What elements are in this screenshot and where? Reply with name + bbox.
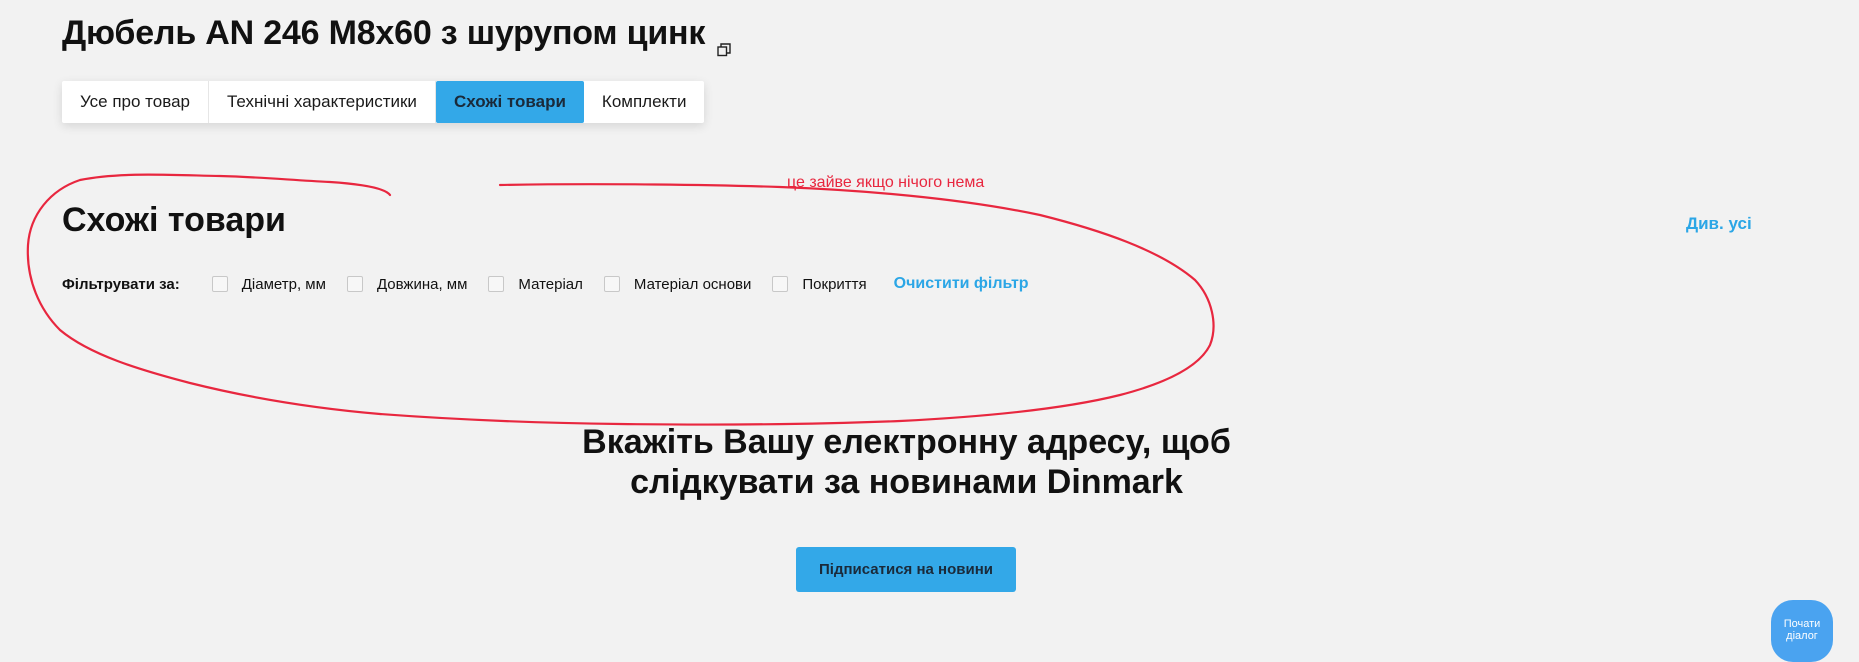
filter-diameter-label: Діаметр, мм [241,275,326,293]
annotation-note: це зайве якщо нічого нема [787,174,985,191]
filter-length-label: Довжина, мм [376,275,468,293]
newsletter-title: Вкажіть Вашу електронну адресу, щоб слід… [530,422,1283,502]
clear-filter-link[interactable]: Очистити фільтр [894,275,1029,293]
filter-material[interactable]: Матеріал [488,276,583,293]
filter-diameter[interactable]: Діаметр, мм [211,275,326,293]
similar-products-title: Схожі товари [62,201,286,239]
filter-base-material[interactable]: Матеріал основи [603,275,752,293]
filter-label: Фільтрувати за: [62,275,180,293]
filter-coating[interactable]: Покриття [772,275,867,293]
subscribe-button[interactable]: Підписатися на новини [796,547,1016,592]
see-all-link[interactable]: Див. усі [1686,214,1752,234]
filter-coating-checkbox[interactable] [772,276,789,292]
newsletter-title-line2: слідкувати за новинами Dinmark [630,463,1183,501]
filter-row: Фільтрувати за: Діаметр, мм Довжина, мм … [62,272,1029,296]
chat-label-line1: Почати [1783,618,1821,630]
filter-material-checkbox[interactable] [488,276,505,292]
filter-diameter-checkbox[interactable] [211,276,228,292]
filter-coating-label: Покриття [802,275,867,293]
filter-material-label: Матеріал [518,275,583,293]
filter-length[interactable]: Довжина, мм [346,275,468,293]
filter-base-material-label: Матеріал основи [633,275,752,293]
chat-label-line2: діалог [1786,630,1818,642]
filter-length-checkbox[interactable] [346,276,363,292]
newsletter-title-line1: Вкажіть Вашу електронну адресу, щоб [582,423,1231,461]
filter-base-material-checkbox[interactable] [603,276,620,292]
chat-start-button[interactable]: Почати діалог [1771,600,1833,662]
